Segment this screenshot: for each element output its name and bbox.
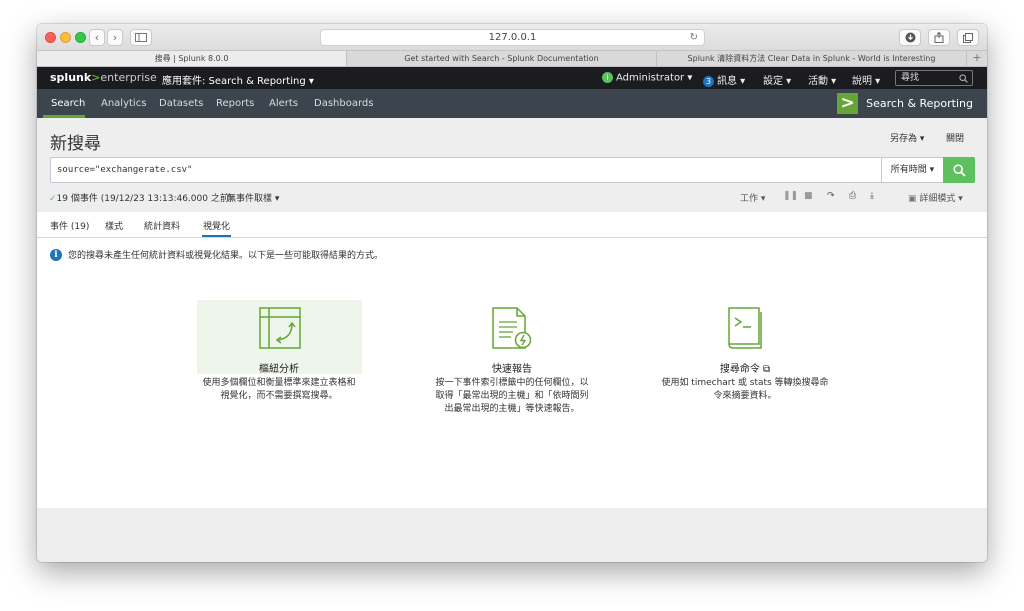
page-title: 新搜尋	[50, 134, 101, 154]
main-area: 新搜尋 另存為 ▾ 關閉 source="exchangerate.csv" 所…	[37, 118, 987, 562]
results-tabs: 事件 (19) 樣式 統計資料 視覺化	[37, 212, 987, 238]
splunk-app-bar: splunk>enterprise 應用套件: Search & Reporti…	[37, 67, 987, 89]
user-status-icon: i	[602, 72, 613, 83]
sampling-menu[interactable]: 無事件取樣 ▾	[227, 191, 279, 204]
info-icon: i	[50, 248, 62, 261]
browser-tab[interactable]: Splunk 清除資料方法 Clear Data in Splunk - Wor…	[657, 51, 967, 66]
visualization-panel: i 您的搜尋未產生任何統計資料或視覺化結果。以下是一些可能取得結果的方式。 樞紐…	[37, 238, 987, 508]
messages-menu[interactable]: 3 訊息 ▾	[703, 72, 745, 87]
activity-menu[interactable]: 活動 ▾	[808, 72, 836, 87]
close-button[interactable]: 關閉	[946, 131, 964, 144]
search-command-desc-line: 使用如 timechart 或 stats 等轉換搜尋命	[661, 378, 829, 388]
share-icon[interactable]	[928, 29, 950, 46]
messages-menu-label: 訊息 ▾	[717, 76, 746, 87]
search-bar: source="exchangerate.csv" 所有時間 ▾	[50, 157, 975, 183]
search-command-desc-line: 令來摘要資料。	[713, 391, 777, 401]
export-icon[interactable]: ⤓	[870, 191, 874, 201]
settings-menu[interactable]: 設定 ▾	[763, 72, 791, 87]
search-icon	[959, 71, 968, 88]
search-mode-label: 詳細模式 ▾	[919, 194, 963, 204]
quick-report-icon[interactable]	[489, 306, 533, 350]
nav-item-search[interactable]: Search	[51, 98, 85, 109]
app-title-label: Search & Reporting	[866, 97, 973, 110]
mode-icon: ▣	[908, 194, 920, 204]
app-nav-bar: Search Analytics Datasets Reports Alerts…	[37, 89, 987, 118]
job-status-text: 19 個事件 (19/12/23 13:13:46.000 之前)	[56, 194, 233, 204]
search-icon	[952, 163, 966, 177]
tab-events[interactable]: 事件 (19)	[50, 219, 89, 232]
quick-report-description: 按一下事件索引標籤中的任何欄位，以 取得「最常出現的主機」和「依時間列 出最常出…	[402, 377, 622, 416]
search-command-description: 使用如 timechart 或 stats 等轉換搜尋命 令來摘要資料。	[635, 377, 855, 403]
pivot-icon	[259, 307, 301, 349]
pivot-title[interactable]: 樞紐分析	[169, 360, 389, 375]
search-input[interactable]: source="exchangerate.csv"	[57, 165, 192, 175]
sidebar-icon[interactable]	[130, 29, 152, 46]
app-chevron-icon: >	[837, 93, 859, 114]
browser-tab[interactable]: Get started with Search - Splunk Documen…	[347, 51, 657, 66]
logo-main: splunk	[50, 71, 92, 84]
pivot-desc-line: 視覺化，而不需要撰寫搜尋。	[220, 391, 338, 401]
search-command-icon[interactable]	[725, 306, 765, 350]
zoom-window-button[interactable]	[75, 32, 86, 43]
address-url: 127.0.0.1	[488, 32, 537, 43]
quick-report-title[interactable]: 快速報告	[402, 360, 622, 375]
find-input[interactable]: 尋找	[895, 70, 973, 86]
tab-visualization[interactable]: 視覺化	[203, 219, 230, 232]
pivot-description: 使用多個欄位和衡量標準來建立表格和 視覺化，而不需要撰寫搜尋。	[169, 377, 389, 403]
browser-window: ‹ › 127.0.0.1 ↻ 搜尋 | Splunk 8.0.0 Get st…	[37, 24, 987, 562]
browser-tab[interactable]: 搜尋 | Splunk 8.0.0	[37, 51, 347, 66]
browser-titlebar: ‹ › 127.0.0.1 ↻	[37, 24, 987, 51]
pivot-desc-line: 使用多個欄位和衡量標準來建立表格和	[202, 378, 356, 388]
nav-item-dashboards[interactable]: Dashboards	[314, 98, 373, 109]
quick-report-desc-line: 出最常出現的主機」等快速報告。	[444, 404, 580, 414]
browser-tab-strip: 搜尋 | Splunk 8.0.0 Get started with Searc…	[37, 51, 987, 67]
pause-icon[interactable]: ❚❚	[783, 191, 798, 201]
tabs-overview-icon[interactable]	[957, 29, 979, 46]
print-icon[interactable]: ⎙	[849, 191, 856, 201]
search-mode-menu[interactable]: ▣ 詳細模式 ▾	[908, 191, 963, 204]
help-menu[interactable]: 說明 ▾	[852, 72, 880, 87]
job-menu[interactable]: 工作 ▾	[740, 191, 765, 204]
close-window-button[interactable]	[45, 32, 56, 43]
minimize-window-button[interactable]	[60, 32, 71, 43]
active-tab-indicator	[202, 235, 231, 237]
tab-patterns[interactable]: 樣式	[105, 219, 123, 232]
back-icon[interactable]: ‹	[89, 29, 105, 46]
info-message: i 您的搜尋未產生任何統計資料或視覺化結果。以下是一些可能取得結果的方式。	[50, 248, 383, 261]
address-bar[interactable]: 127.0.0.1 ↻	[320, 29, 705, 46]
share-icon[interactable]: ↷	[827, 191, 835, 201]
reload-icon[interactable]: ↻	[690, 30, 698, 45]
nav-item-alerts[interactable]: Alerts	[269, 98, 298, 109]
tab-statistics[interactable]: 統計資料	[144, 219, 180, 232]
splunk-logo[interactable]: splunk>enterprise	[50, 71, 157, 84]
nav-item-analytics[interactable]: Analytics	[101, 98, 146, 109]
job-status: ✓19 個事件 (19/12/23 13:13:46.000 之前)	[49, 191, 232, 204]
user-menu[interactable]: i Administrator ▾	[602, 72, 692, 84]
forward-icon[interactable]: ›	[107, 29, 123, 46]
info-text: 您的搜尋未產生任何統計資料或視覺化結果。以下是一些可能取得結果的方式。	[68, 251, 384, 261]
time-range-picker[interactable]: 所有時間 ▾	[881, 158, 943, 182]
app-menu[interactable]: 應用套件: Search & Reporting ▾	[162, 72, 314, 87]
save-as-button[interactable]: 另存為 ▾	[890, 131, 924, 144]
nav-item-reports[interactable]: Reports	[216, 98, 254, 109]
search-button[interactable]	[943, 157, 975, 183]
nav-item-datasets[interactable]: Datasets	[159, 98, 203, 109]
logo-sub: enterprise	[100, 71, 157, 84]
stop-icon[interactable]: ■	[804, 191, 813, 201]
new-tab-icon[interactable]: +	[967, 51, 987, 66]
search-command-link[interactable]: 搜尋命令 ⧉	[635, 360, 855, 375]
download-icon[interactable]	[899, 29, 921, 46]
logo-gt: >	[91, 71, 101, 84]
check-icon: ✓	[49, 194, 57, 204]
user-menu-label: Administrator ▾	[616, 72, 693, 84]
app-title[interactable]: > Search & Reporting	[837, 93, 973, 114]
find-placeholder: 尋找	[901, 73, 920, 83]
quick-report-desc-line: 按一下事件索引標籤中的任何欄位，以	[435, 378, 589, 388]
messages-count-badge: 3	[703, 75, 714, 87]
quick-report-desc-line: 取得「最常出現的主機」和「依時間列	[435, 391, 589, 401]
